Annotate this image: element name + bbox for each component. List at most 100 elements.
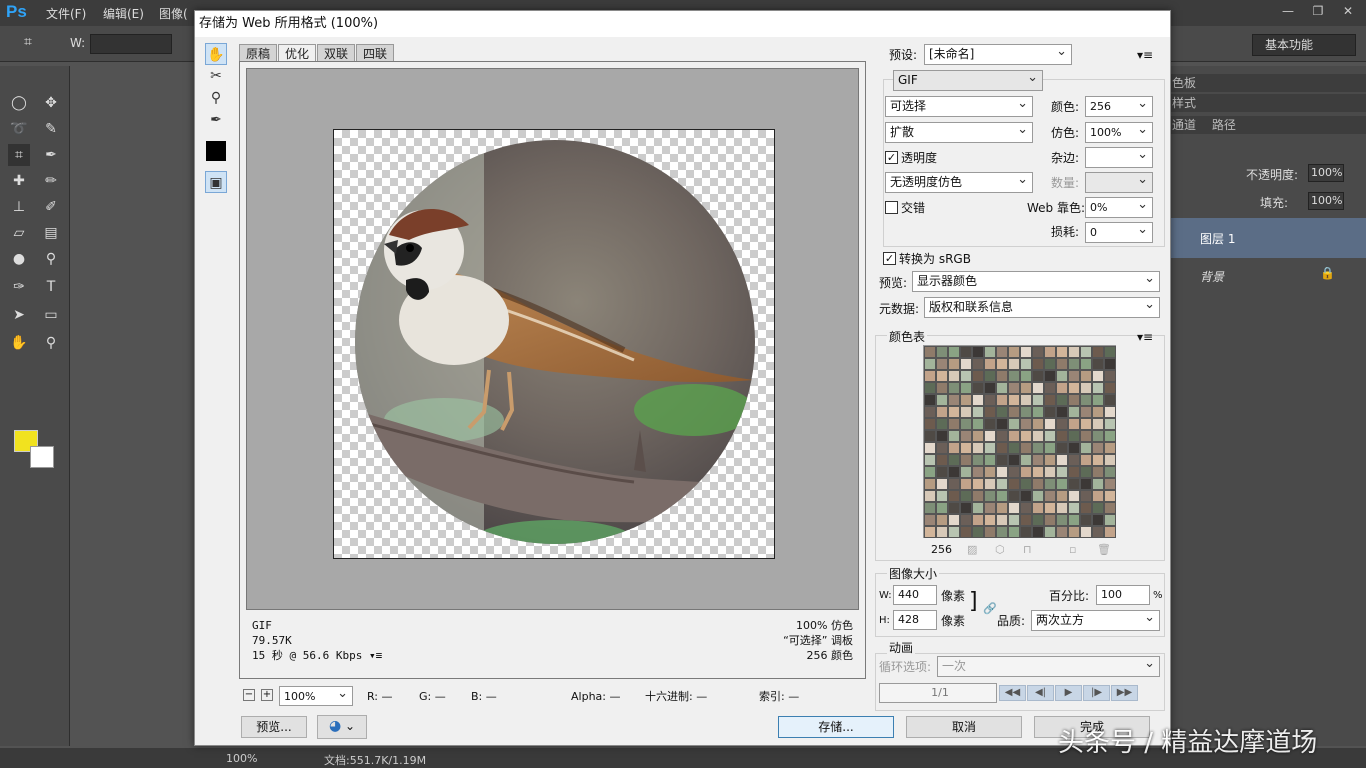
color-swatch[interactable]	[1020, 466, 1032, 478]
eyedropper-icon[interactable]: ✒	[40, 144, 62, 166]
loop-select[interactable]: 一次	[937, 654, 1160, 677]
color-swatch[interactable]	[1092, 346, 1104, 358]
menu-edit[interactable]: 编辑(E)	[103, 5, 144, 22]
new-color-icon[interactable]: ▫	[1069, 542, 1076, 558]
color-swatch[interactable]	[936, 430, 948, 442]
color-swatch[interactable]	[972, 418, 984, 430]
fill-input[interactable]: 100%	[1308, 192, 1344, 210]
color-swatch[interactable]	[1056, 478, 1068, 490]
color-swatch[interactable]	[1032, 430, 1044, 442]
color-swatch[interactable]	[984, 442, 996, 454]
path-select-icon[interactable]: ➤	[8, 304, 30, 326]
color-swatch[interactable]	[996, 466, 1008, 478]
color-swatch[interactable]	[936, 442, 948, 454]
crop-tool-icon[interactable]: ⌗	[8, 144, 30, 166]
color-swatch[interactable]	[1020, 490, 1032, 502]
color-swatch[interactable]	[1020, 430, 1032, 442]
color-swatch[interactable]	[996, 526, 1008, 538]
color-swatch[interactable]	[1068, 406, 1080, 418]
color-swatch[interactable]	[984, 430, 996, 442]
color-swatch[interactable]	[1068, 442, 1080, 454]
color-swatch[interactable]	[924, 454, 936, 466]
color-swatch[interactable]	[1044, 406, 1056, 418]
color-swatch[interactable]	[936, 514, 948, 526]
color-swatch[interactable]	[1044, 454, 1056, 466]
preset-select[interactable]: [未命名]	[924, 42, 1072, 65]
color-swatch[interactable]	[984, 406, 996, 418]
color-swatch[interactable]	[1080, 490, 1092, 502]
color-swatch[interactable]	[1020, 370, 1032, 382]
color-swatch[interactable]	[1092, 382, 1104, 394]
color-swatch[interactable]	[960, 526, 972, 538]
color-swatch[interactable]	[924, 478, 936, 490]
width-input[interactable]	[90, 34, 172, 54]
color-swatch[interactable]	[1032, 490, 1044, 502]
color-swatch[interactable]	[1008, 382, 1020, 394]
hand-tool-icon[interactable]: ✋	[205, 43, 227, 65]
prev-frame-icon[interactable]: ◀|	[1027, 685, 1054, 701]
color-swatch[interactable]	[1068, 430, 1080, 442]
color-swatch[interactable]	[1056, 442, 1068, 454]
color-swatch[interactable]	[1092, 358, 1104, 370]
color-swatch[interactable]	[984, 502, 996, 514]
color-swatch[interactable]	[960, 490, 972, 502]
color-swatch[interactable]	[1020, 514, 1032, 526]
color-swatch[interactable]	[984, 394, 996, 406]
color-swatch[interactable]	[960, 514, 972, 526]
color-swatch[interactable]	[1056, 490, 1068, 502]
color-swatch[interactable]	[1008, 478, 1020, 490]
preview-button[interactable]: 预览...	[241, 716, 307, 738]
color-swatch[interactable]	[1080, 358, 1092, 370]
color-swatch[interactable]	[1080, 478, 1092, 490]
color-swatch[interactable]	[1104, 478, 1116, 490]
color-swatch[interactable]	[972, 346, 984, 358]
image-canvas[interactable]	[333, 129, 775, 559]
color-swatch[interactable]	[1068, 502, 1080, 514]
panel-tab-styles[interactable]: 样式	[1170, 94, 1366, 112]
color-swatch[interactable]	[924, 382, 936, 394]
color-swatch[interactable]	[1008, 406, 1020, 418]
layer-row-background[interactable]: 背景 🔒	[1170, 260, 1366, 294]
color-swatch[interactable]	[984, 454, 996, 466]
color-swatch[interactable]	[1092, 502, 1104, 514]
color-swatch[interactable]	[936, 490, 948, 502]
blur-icon[interactable]: ●	[8, 248, 30, 270]
dither-select[interactable]: 100%	[1085, 120, 1153, 143]
interlaced-checkbox[interactable]	[885, 201, 898, 214]
color-swatch[interactable]	[1080, 394, 1092, 406]
color-swatch[interactable]	[984, 466, 996, 478]
matte-select[interactable]	[1085, 145, 1153, 168]
tab-paths[interactable]: 路径	[1200, 118, 1236, 132]
color-swatch[interactable]	[996, 514, 1008, 526]
color-swatch[interactable]	[924, 442, 936, 454]
color-swatch[interactable]	[1080, 514, 1092, 526]
color-swatch[interactable]	[936, 370, 948, 382]
color-swatch[interactable]	[1092, 406, 1104, 418]
color-swatch[interactable]	[948, 454, 960, 466]
color-swatch[interactable]	[924, 466, 936, 478]
color-swatch[interactable]	[1068, 394, 1080, 406]
lossy-select[interactable]: 0	[1085, 220, 1153, 243]
color-swatch[interactable]	[924, 526, 936, 538]
color-swatch[interactable]	[1008, 346, 1020, 358]
color-swatch[interactable]	[948, 418, 960, 430]
zoom-out-icon[interactable]: −	[243, 689, 255, 701]
color-swatch[interactable]	[1104, 430, 1116, 442]
color-swatch[interactable]	[1020, 418, 1032, 430]
color-swatch[interactable]	[1020, 478, 1032, 490]
transparency-checkbox[interactable]: ✓	[885, 151, 898, 164]
color-swatch[interactable]	[1056, 418, 1068, 430]
color-swatch[interactable]	[1104, 418, 1116, 430]
color-swatch[interactable]	[1008, 526, 1020, 538]
color-swatch[interactable]	[960, 346, 972, 358]
color-swatch[interactable]	[996, 406, 1008, 418]
color-swatch[interactable]	[1008, 490, 1020, 502]
color-swatch[interactable]	[1056, 406, 1068, 418]
menu-icon[interactable]: ▾≡	[369, 649, 382, 662]
color-swatch[interactable]	[996, 490, 1008, 502]
color-swatch[interactable]	[924, 346, 936, 358]
color-swatch[interactable]	[972, 406, 984, 418]
color-swatch[interactable]	[948, 502, 960, 514]
websnap-select[interactable]: 0%	[1085, 195, 1153, 218]
next-frame-icon[interactable]: |▶	[1083, 685, 1110, 701]
